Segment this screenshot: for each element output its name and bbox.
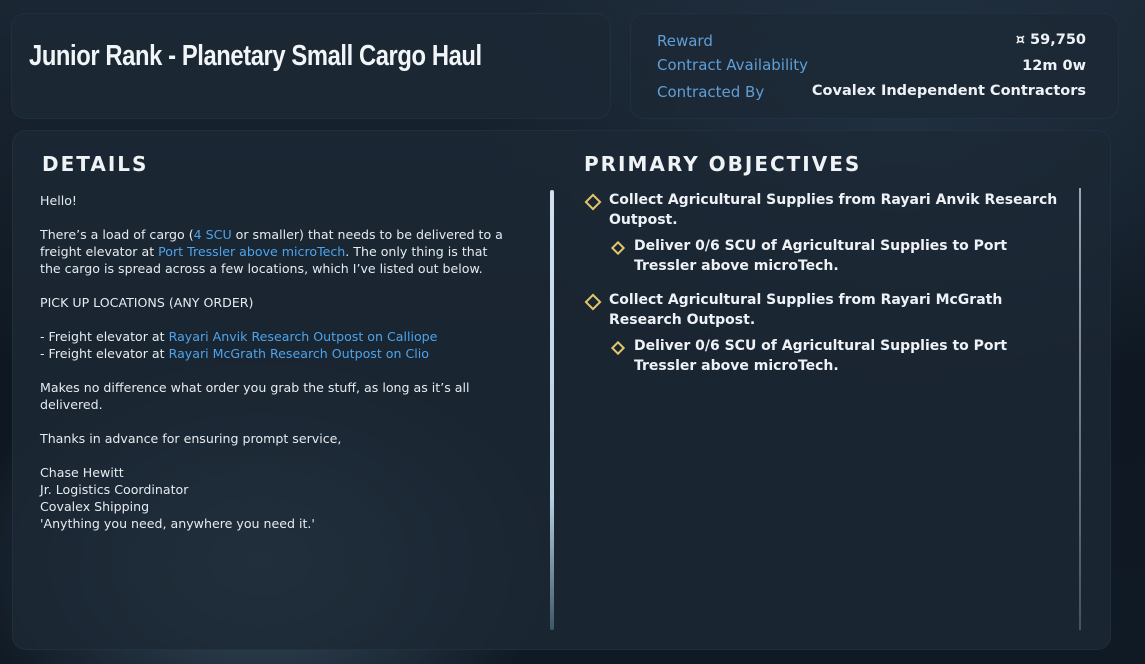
contracted-by-label: Contracted By xyxy=(657,83,765,101)
pickup-location-2: - Freight elevator at Rayari McGrath Res… xyxy=(40,346,429,361)
contract-info-panel: Reward ¤ 59,750 Contract Availability 12… xyxy=(630,13,1119,119)
contract-title: Junior Rank - Planetary Small Cargo Haul xyxy=(29,40,482,72)
objectives-scrollbar[interactable] xyxy=(1079,188,1081,630)
details-paragraph-thanks: Thanks in advance for ensuring prompt se… xyxy=(40,431,342,446)
signature-motto: 'Anything you need, anywhere you need it… xyxy=(40,516,315,531)
signature-name: Chase Hewitt xyxy=(40,465,124,480)
objectives-heading: PRIMARY OBJECTIVES xyxy=(584,152,862,176)
reward-label: Reward xyxy=(657,32,713,50)
objective-item: Collect Agricultural Supplies from Rayar… xyxy=(584,291,1064,330)
availability-value: 12m 0w xyxy=(1022,58,1086,74)
destination-highlight: Port Tressler above microTech xyxy=(158,244,346,259)
contracted-by-value: Covalex Independent Contractors xyxy=(811,83,1086,99)
greeting-text: Hello! xyxy=(40,193,77,208)
pickup-heading: PICK UP LOCATIONS (ANY ORDER) xyxy=(40,295,254,310)
pickup-location-1-name: Rayari Anvik Research Outpost on Calliop… xyxy=(168,329,438,344)
details-body[interactable]: Hello! There’s a load of cargo (4 SCU or… xyxy=(40,192,510,532)
cargo-size-highlight: 4 SCU xyxy=(193,227,232,242)
objective-item: Collect Agricultural Supplies from Rayar… xyxy=(584,191,1064,230)
details-heading: DETAILS xyxy=(42,152,149,176)
details-paragraph-order: Makes no difference what order you grab … xyxy=(40,380,470,412)
signature-title: Jr. Logistics Coordinator xyxy=(40,482,189,497)
reward-value: ¤ 59,750 xyxy=(1015,32,1086,48)
details-scrollbar[interactable] xyxy=(550,190,554,630)
details-paragraph-cargo: There’s a load of cargo (4 SCU or smalle… xyxy=(40,227,503,276)
availability-label: Contract Availability xyxy=(657,56,809,74)
pickup-location-2-name: Rayari McGrath Research Outpost on Clio xyxy=(168,346,429,361)
pickup-location-1: - Freight elevator at Rayari Anvik Resea… xyxy=(40,329,438,344)
sub-objective-item: Deliver 0/6 SCU of Agricultural Supplies… xyxy=(610,337,1050,376)
signature-company: Covalex Shipping xyxy=(40,499,150,514)
sub-objective-item: Deliver 0/6 SCU of Agricultural Supplies… xyxy=(610,237,1050,276)
